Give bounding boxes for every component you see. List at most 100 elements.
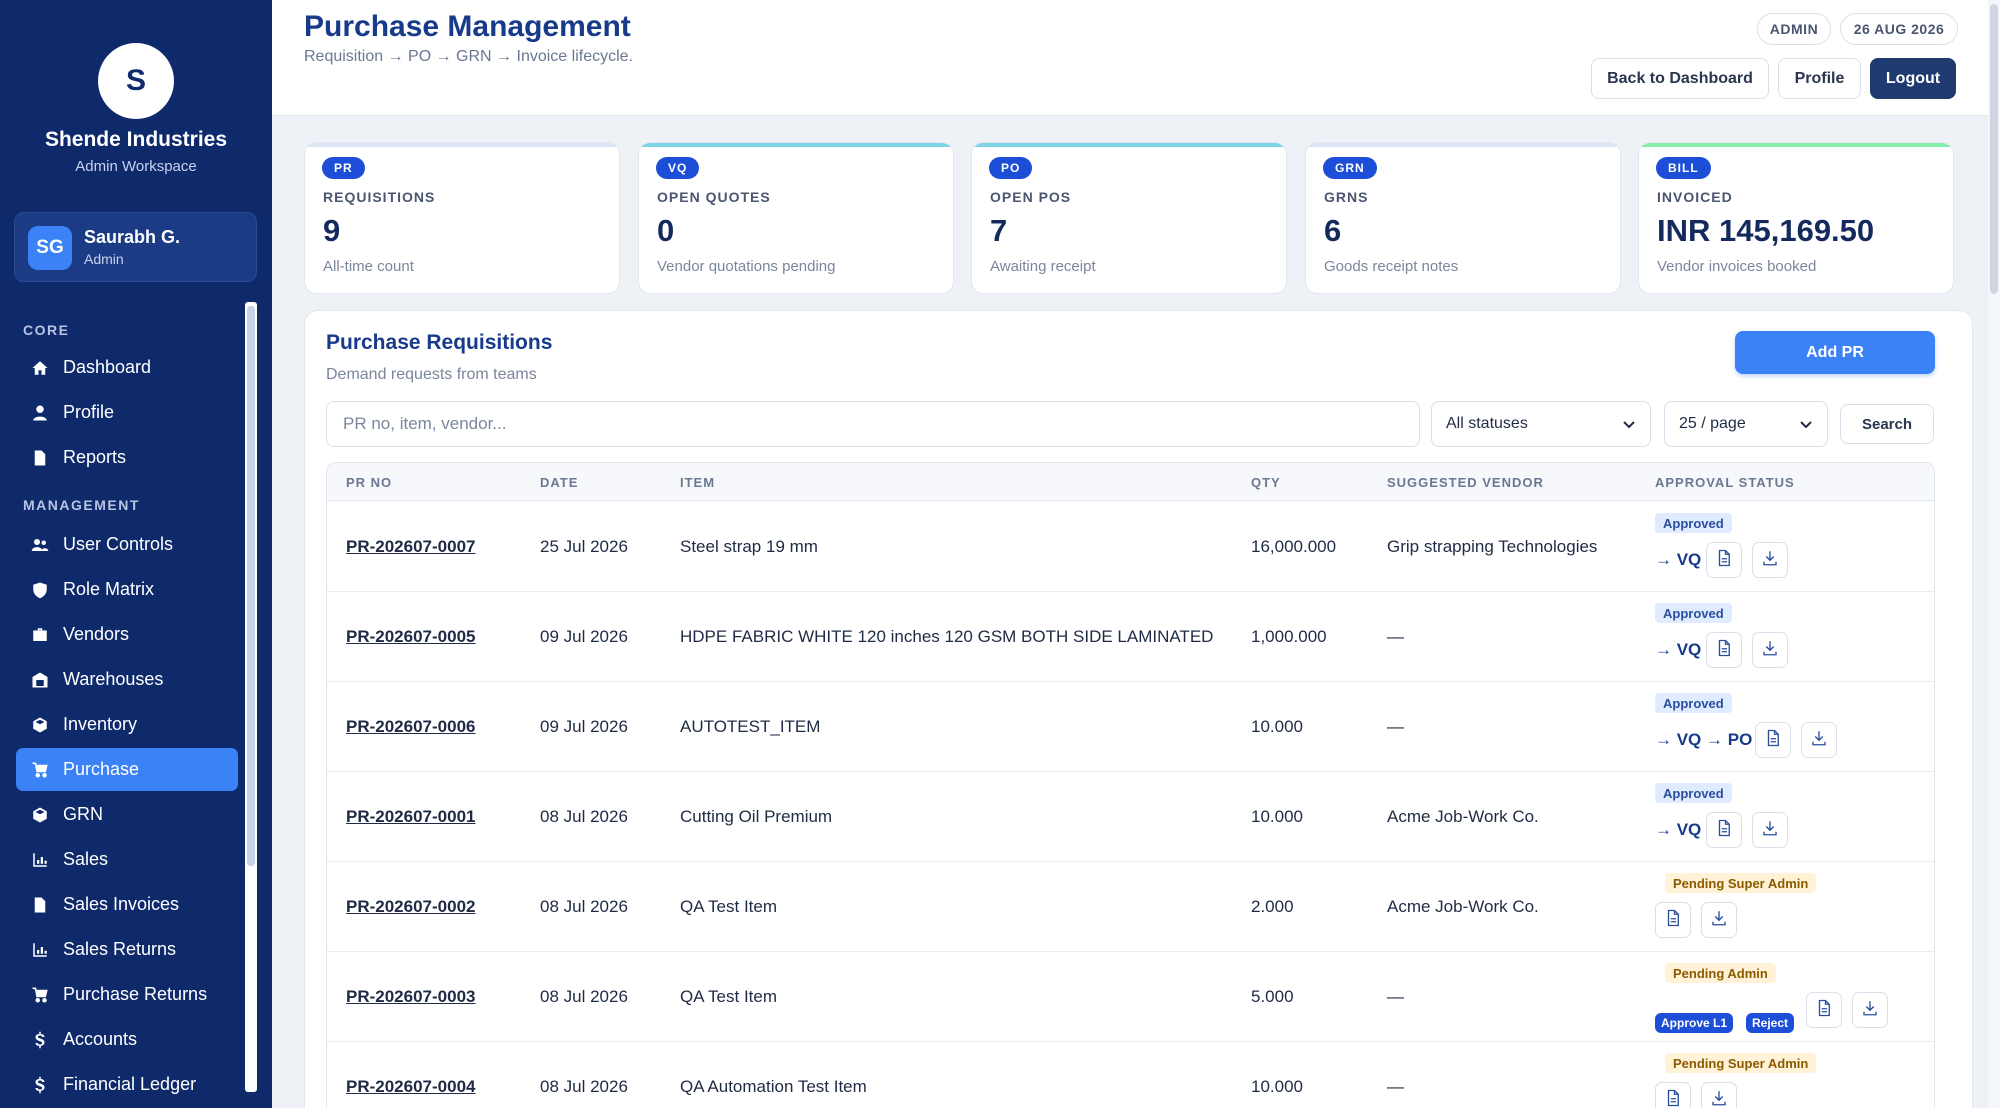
sidebar-item-label: GRN <box>63 804 103 824</box>
sidebar-item-label: Purchase <box>63 759 140 779</box>
view-document-button[interactable] <box>1706 542 1742 578</box>
pr-number-link[interactable]: PR-202607-0004 <box>346 1077 475 1097</box>
vendor-cell: — <box>1387 627 1404 646</box>
download-icon <box>1761 549 1779 572</box>
kpi-caption: Vendor invoices booked <box>1657 258 1817 275</box>
view-document-button[interactable] <box>1806 992 1842 1028</box>
sidebar-item-warehouses[interactable]: Warehouses <box>16 658 238 701</box>
view-document-button[interactable] <box>1706 812 1742 848</box>
table-row[interactable]: PR-202607-0003 08 Jul 2026 QA Test Item 5.0… <box>327 952 1934 1042</box>
kpi-label: REQUISITIONS <box>323 189 436 205</box>
sidebar-item-label: Reports <box>63 447 127 467</box>
approve-l1-button[interactable]: Approve L1 <box>1655 1013 1734 1033</box>
company-logo: S <box>98 43 174 119</box>
qty-cell: 2.000 <box>1251 897 1294 916</box>
flow-link[interactable]: → VQ <box>1655 550 1701 570</box>
sidebar-item-inventory[interactable]: Inventory <box>16 703 238 746</box>
table-row[interactable]: PR-202607-0004 08 Jul 2026 QA Automation T… <box>327 1042 1934 1108</box>
download-icon <box>1810 729 1828 752</box>
view-document-button[interactable] <box>1706 632 1742 668</box>
download-button[interactable] <box>1752 632 1788 668</box>
column-header[interactable]: SUGGESTED VENDOR <box>1387 475 1544 490</box>
bar-chart-icon <box>30 940 50 960</box>
sidebar-item-sales-invoices[interactable]: Sales Invoices <box>16 883 238 926</box>
panel-title: Purchase Requisitions <box>326 331 553 354</box>
page-scrollbar-thumb[interactable] <box>1990 4 1998 294</box>
document-icon <box>30 895 50 915</box>
sidebar-item-sales-returns[interactable]: Sales Returns <box>16 928 238 971</box>
sidebar-item-purchase[interactable]: Purchase <box>16 748 238 791</box>
chevron-down-icon <box>1623 421 1635 429</box>
sidebar-item-reports[interactable]: Reports <box>16 436 238 479</box>
pr-number-link[interactable]: PR-202607-0003 <box>346 987 475 1007</box>
shield-icon <box>30 580 50 600</box>
sidebar-item-financial-ledger[interactable]: Financial Ledger <box>16 1063 238 1106</box>
date-cell: 08 Jul 2026 <box>540 897 628 916</box>
download-button[interactable] <box>1701 1082 1737 1108</box>
download-button[interactable] <box>1801 722 1837 758</box>
kpi-tag: BILL <box>1656 157 1711 179</box>
table-header: PR NO DATE ITEM QTY SUGGESTED VENDOR APP… <box>327 463 1934 501</box>
column-header[interactable]: ITEM <box>680 475 715 490</box>
sidebar-item-label: Financial Ledger <box>63 1074 197 1094</box>
user-card[interactable]: SG Saurabh G. Admin <box>14 212 257 282</box>
add-pr-button[interactable]: Add PR <box>1735 331 1935 374</box>
sidebar-item-purchase-returns[interactable]: Purchase Returns <box>16 973 238 1016</box>
table-row[interactable]: PR-202607-0007 25 Jul 2026 Steel strap 19 … <box>327 502 1934 592</box>
profile-button[interactable]: Profile <box>1778 58 1861 99</box>
pr-number-link[interactable]: PR-202607-0002 <box>346 897 475 917</box>
table-row[interactable]: PR-202607-0002 08 Jul 2026 QA Test Item 2.0… <box>327 862 1934 952</box>
download-button[interactable] <box>1852 992 1888 1028</box>
sidebar-scrollbar[interactable] <box>245 302 257 1092</box>
sidebar-scrollbar-thumb[interactable] <box>247 306 255 866</box>
reject-button[interactable]: Reject <box>1746 1013 1795 1033</box>
download-button[interactable] <box>1752 542 1788 578</box>
status-filter-select[interactable]: All statuses <box>1431 401 1651 447</box>
sidebar-item-dashboard[interactable]: Dashboard <box>16 346 238 389</box>
kpi-tag: PR <box>322 157 365 179</box>
view-document-button[interactable] <box>1655 902 1691 938</box>
document-icon <box>1815 999 1833 1022</box>
view-document-button[interactable] <box>1755 722 1791 758</box>
sidebar-item-sales[interactable]: Sales <box>16 838 238 881</box>
date-pill: 26 AUG 2026 <box>1840 13 1958 45</box>
sidebar-item-vendors[interactable]: Vendors <box>16 613 238 656</box>
sidebar-item-role-matrix[interactable]: Role Matrix <box>16 568 238 611</box>
sidebar-item-user-controls[interactable]: User Controls <box>16 523 238 566</box>
pr-number-link[interactable]: PR-202607-0001 <box>346 807 475 827</box>
download-button[interactable] <box>1701 902 1737 938</box>
download-button[interactable] <box>1752 812 1788 848</box>
search-button[interactable]: Search <box>1840 404 1934 444</box>
flow-link[interactable]: → VQ → PO <box>1655 730 1752 750</box>
document-icon <box>1715 549 1733 572</box>
table-row[interactable]: PR-202607-0005 09 Jul 2026 HDPE FABRIC WHI… <box>327 592 1934 682</box>
vendor-cell: — <box>1387 717 1404 736</box>
pr-number-link[interactable]: PR-202607-0005 <box>346 627 475 647</box>
flow-link[interactable]: → VQ <box>1655 640 1701 660</box>
sidebar-item-label: User Controls <box>63 534 174 554</box>
sidebar-item-profile[interactable]: Profile <box>16 391 238 434</box>
view-document-button[interactable] <box>1655 1082 1691 1108</box>
flow-link[interactable]: → VQ <box>1655 820 1701 840</box>
column-header[interactable]: DATE <box>540 475 578 490</box>
pr-number-link[interactable]: PR-202607-0007 <box>346 537 475 557</box>
page-scrollbar[interactable] <box>1988 0 2000 1108</box>
search-input[interactable] <box>326 401 1420 447</box>
sidebar-item-accounts[interactable]: Accounts <box>16 1018 238 1061</box>
qty-cell: 16,000.000 <box>1251 537 1337 556</box>
pr-number-link[interactable]: PR-202607-0006 <box>346 717 475 737</box>
table-row[interactable]: PR-202607-0006 09 Jul 2026 AUTOTEST_ITEM 10… <box>327 682 1934 772</box>
vendor-cell: — <box>1387 987 1404 1006</box>
status-badge: Approved <box>1655 603 1732 623</box>
table-row[interactable]: PR-202607-0001 08 Jul 2026 Cutting Oil Pre… <box>327 772 1934 862</box>
status-badge: Pending Super Admin <box>1665 1053 1817 1073</box>
page-size-select[interactable]: 25 / page <box>1664 401 1828 447</box>
column-header[interactable]: QTY <box>1251 475 1281 490</box>
column-header[interactable]: APPROVAL STATUS <box>1655 475 1795 490</box>
back-to-dashboard-button[interactable]: Back to Dashboard <box>1591 58 1769 99</box>
status-badge: Pending Admin <box>1665 963 1776 983</box>
sidebar-item-grn[interactable]: GRN <box>16 793 238 836</box>
logout-button[interactable]: Logout <box>1870 58 1956 99</box>
column-header[interactable]: PR NO <box>346 475 392 490</box>
date-cell: 09 Jul 2026 <box>540 717 628 736</box>
